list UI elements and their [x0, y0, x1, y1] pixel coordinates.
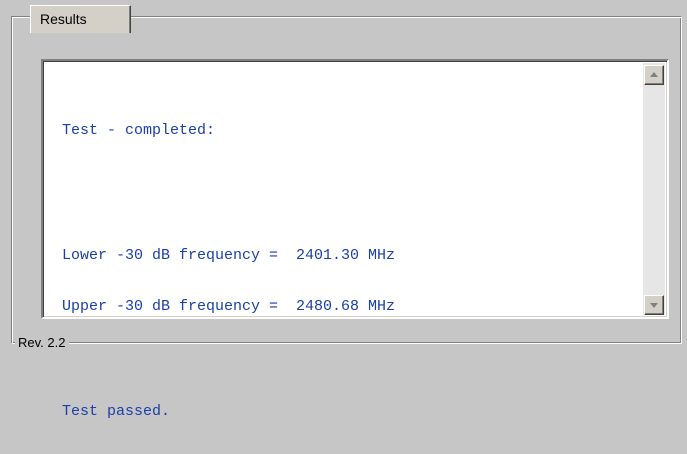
result-line: Test passed. [62, 403, 171, 420]
results-output-area[interactable]: Test - completed: Lower -30 dB frequency… [41, 59, 669, 420]
arrow-down-icon [650, 303, 658, 308]
results-caption-label: Results [40, 11, 87, 27]
status-line: Test - completed: [62, 122, 216, 139]
scroll-down-button[interactable] [644, 295, 664, 315]
lower-frequency-line: Lower -30 dB frequency = 2401.30 MHz [62, 247, 396, 264]
arrow-up-icon [650, 72, 658, 77]
scroll-up-button[interactable] [644, 65, 664, 85]
revision-label: Rev. 2.2 [15, 335, 70, 351]
results-text: Test - completed: Lower -30 dB frequency… [62, 88, 395, 454]
vertical-scrollbar[interactable] [643, 63, 665, 315]
upper-frequency-line: Upper -30 dB frequency = 2480.68 MHz [62, 298, 396, 315]
results-caption: Results [30, 5, 131, 33]
